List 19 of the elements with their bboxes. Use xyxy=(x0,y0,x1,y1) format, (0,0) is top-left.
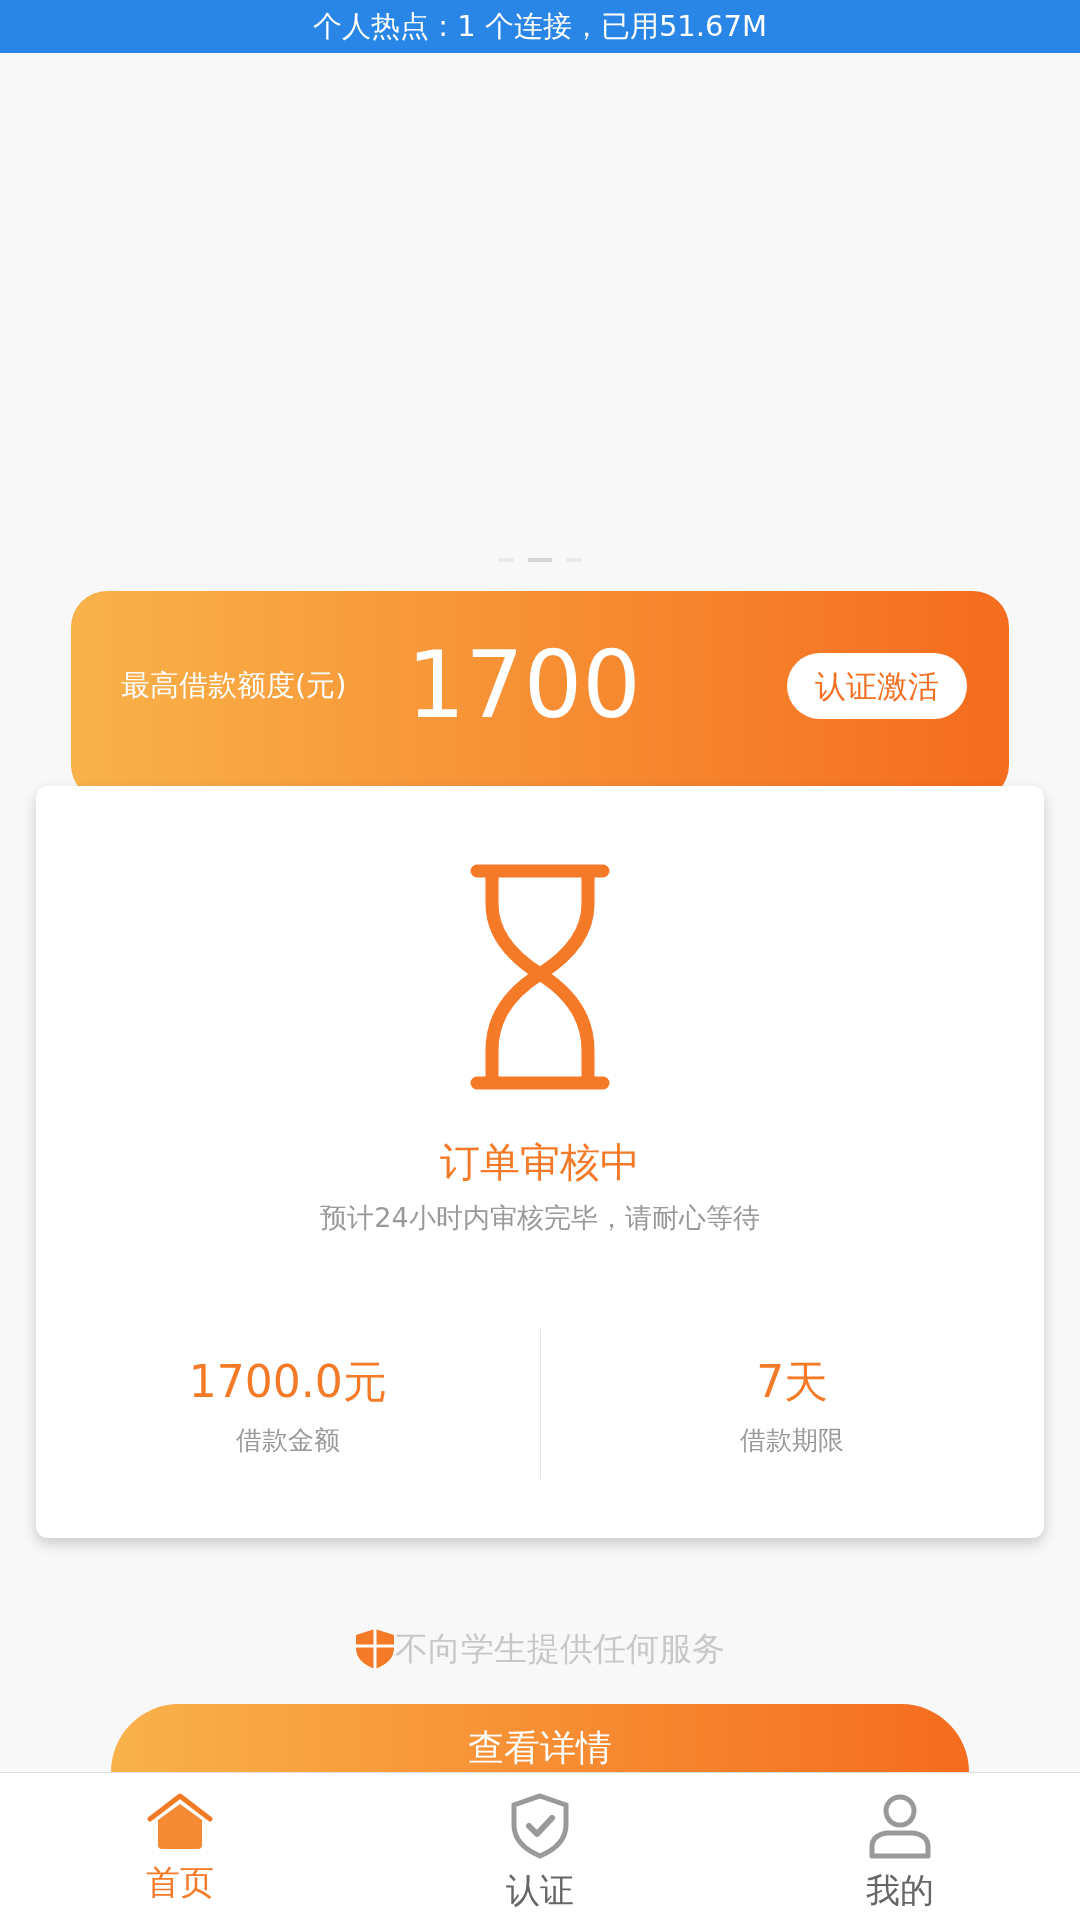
tab[interactable]: 我的 xyxy=(720,1773,1080,1920)
stat-label: 借款金额 xyxy=(234,1423,341,1457)
limit-amount: 1700 xyxy=(406,640,641,732)
shield-check-icon xyxy=(510,1793,570,1859)
activate-button[interactable]: 认证激活 xyxy=(787,652,967,720)
shield-icon xyxy=(355,1627,395,1670)
home-icon xyxy=(147,1793,213,1851)
tab[interactable]: 首页 xyxy=(0,1773,360,1920)
tab[interactable]: 认证 xyxy=(360,1773,720,1920)
order-status-title: 订单审核中 xyxy=(439,1138,641,1187)
stat-label: 借款期限 xyxy=(739,1423,846,1457)
details-button[interactable]: 查看详情 xyxy=(111,1703,969,1772)
stat-value: 7天 xyxy=(755,1354,830,1409)
status-text: 个人热点 : 1 个连接，已用51.67M xyxy=(0,0,1080,53)
order-status-note: 预计24小时内审核完毕，请耐心等待 xyxy=(319,1201,761,1235)
stat-value: 1700.0元 xyxy=(187,1354,388,1409)
limit-label: 最高借款额度(元) xyxy=(121,667,347,705)
hourglass-icon xyxy=(470,864,610,1090)
person-icon xyxy=(867,1793,933,1859)
